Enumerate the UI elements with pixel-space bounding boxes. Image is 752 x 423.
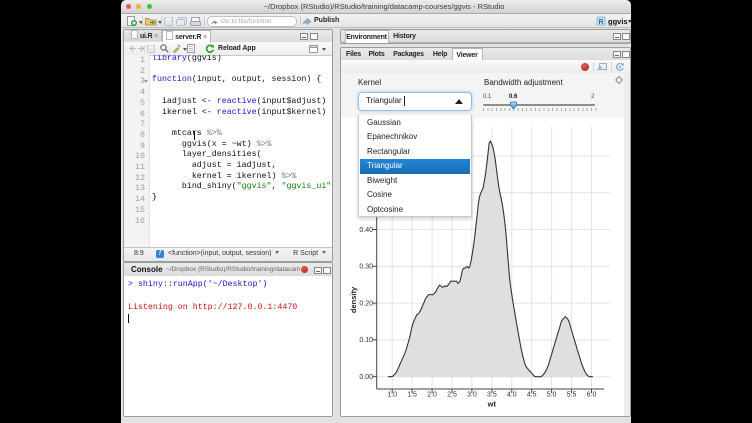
svg-text:3.0: 3.0 (467, 392, 477, 399)
svg-text:5.5: 5.5 (567, 392, 577, 399)
svg-text:0.30: 0.30 (359, 264, 373, 271)
svg-text:0.40: 0.40 (359, 227, 373, 234)
svg-text:4.0: 4.0 (507, 392, 517, 399)
svg-text:1.0: 1.0 (387, 392, 397, 399)
svg-text:density: density (349, 286, 358, 313)
svg-text:wt: wt (487, 400, 497, 409)
svg-text:2.5: 2.5 (447, 392, 457, 399)
svg-text:3.5: 3.5 (487, 392, 497, 399)
svg-text:4.5: 4.5 (527, 392, 537, 399)
svg-text:6.0: 6.0 (587, 392, 597, 399)
svg-text:2.0: 2.0 (427, 392, 437, 399)
svg-text:0.00: 0.00 (359, 374, 373, 381)
svg-text:5.0: 5.0 (547, 392, 557, 399)
svg-text:R: R (598, 19, 603, 26)
svg-text:1.5: 1.5 (407, 392, 417, 399)
svg-text:0.20: 0.20 (359, 300, 373, 307)
svg-text:0.10: 0.10 (359, 337, 373, 344)
